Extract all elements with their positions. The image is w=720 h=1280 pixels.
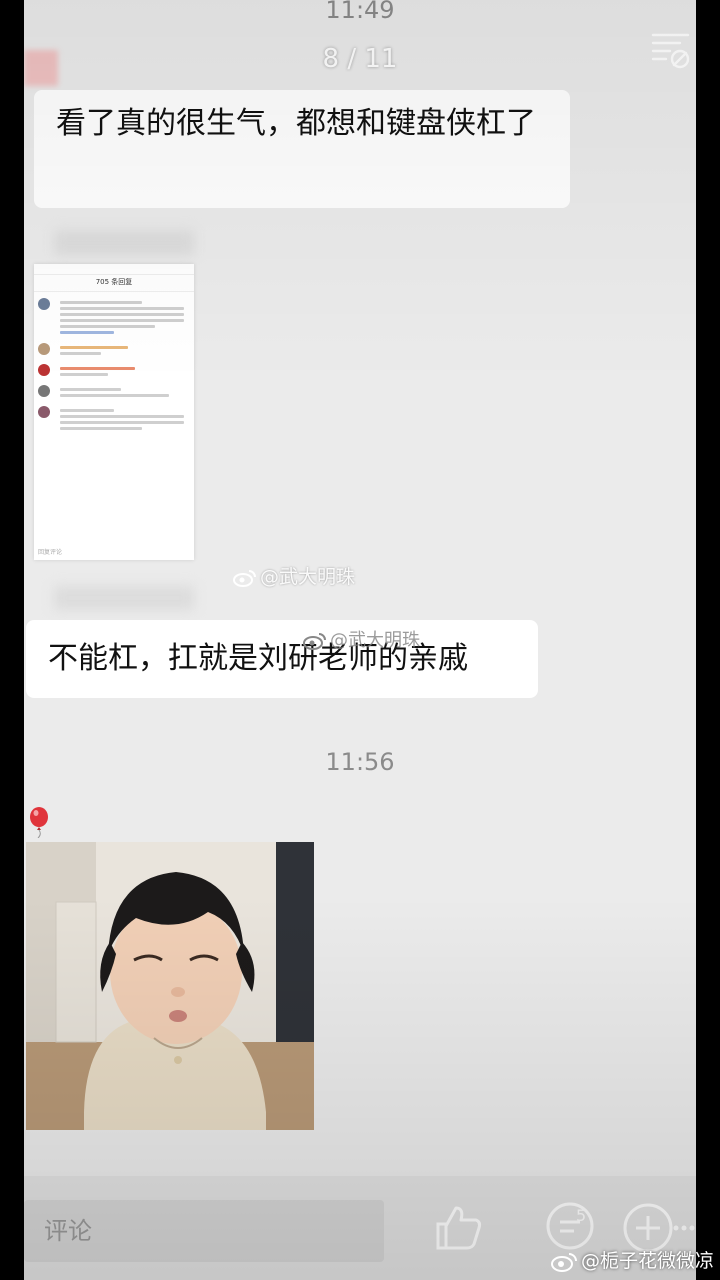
weibo-icon (233, 569, 256, 587)
weibo-icon (303, 633, 326, 650)
credit-text: @栀子花微微凉 (580, 1250, 714, 1272)
image-counter: 8 / 11 (322, 44, 398, 74)
watermark-text: @武大明珠 (260, 566, 356, 588)
weibo-watermark: @武大明珠 (232, 562, 355, 589)
more-icon[interactable] (672, 1222, 696, 1234)
shot-comment (38, 406, 190, 433)
shot-status-bar (34, 264, 194, 275)
thumbs-up-icon[interactable] (434, 1204, 484, 1252)
comment-count: 5 (576, 1206, 587, 1225)
weibo-watermark: @武大明珠 (302, 626, 420, 652)
shot-comment (38, 343, 190, 358)
message-bubble-2: 不能杠，扛就是刘研老师的亲戚 (26, 620, 538, 698)
shot-footer: 回复评论 (38, 549, 63, 556)
toddler-photo-illustration (26, 842, 314, 1130)
shot-comment (38, 385, 190, 400)
shot-title: 705 条回复 (34, 275, 194, 292)
message-bubble-1: 看了真的很生气，都想和键盘侠杠了 (34, 90, 570, 208)
top-timestamp: 11:49 (325, 0, 395, 24)
shot-comment (38, 364, 190, 379)
chat-screenshot-viewer: 11:49 8 / 11 看了真的很生气，都想和键盘侠杠了 705 条回复 回复… (24, 0, 696, 1280)
blurred-avatar (54, 230, 194, 256)
weibo-credit-watermark: @栀子花微微凉 (549, 1246, 714, 1273)
embedded-comment-screenshot: 705 条回复 回复评论 (34, 264, 194, 560)
blurred-avatar (54, 586, 194, 610)
weibo-icon (550, 1252, 577, 1272)
mid-timestamp: 11:56 (325, 748, 395, 776)
balloon-icon (30, 807, 48, 838)
shot-comment (38, 298, 190, 337)
toddler-photo (26, 842, 314, 1130)
comment-input[interactable]: 评论 (24, 1200, 384, 1262)
list-off-icon[interactable] (650, 30, 692, 70)
watermark-text: @武大明珠 (330, 630, 420, 651)
